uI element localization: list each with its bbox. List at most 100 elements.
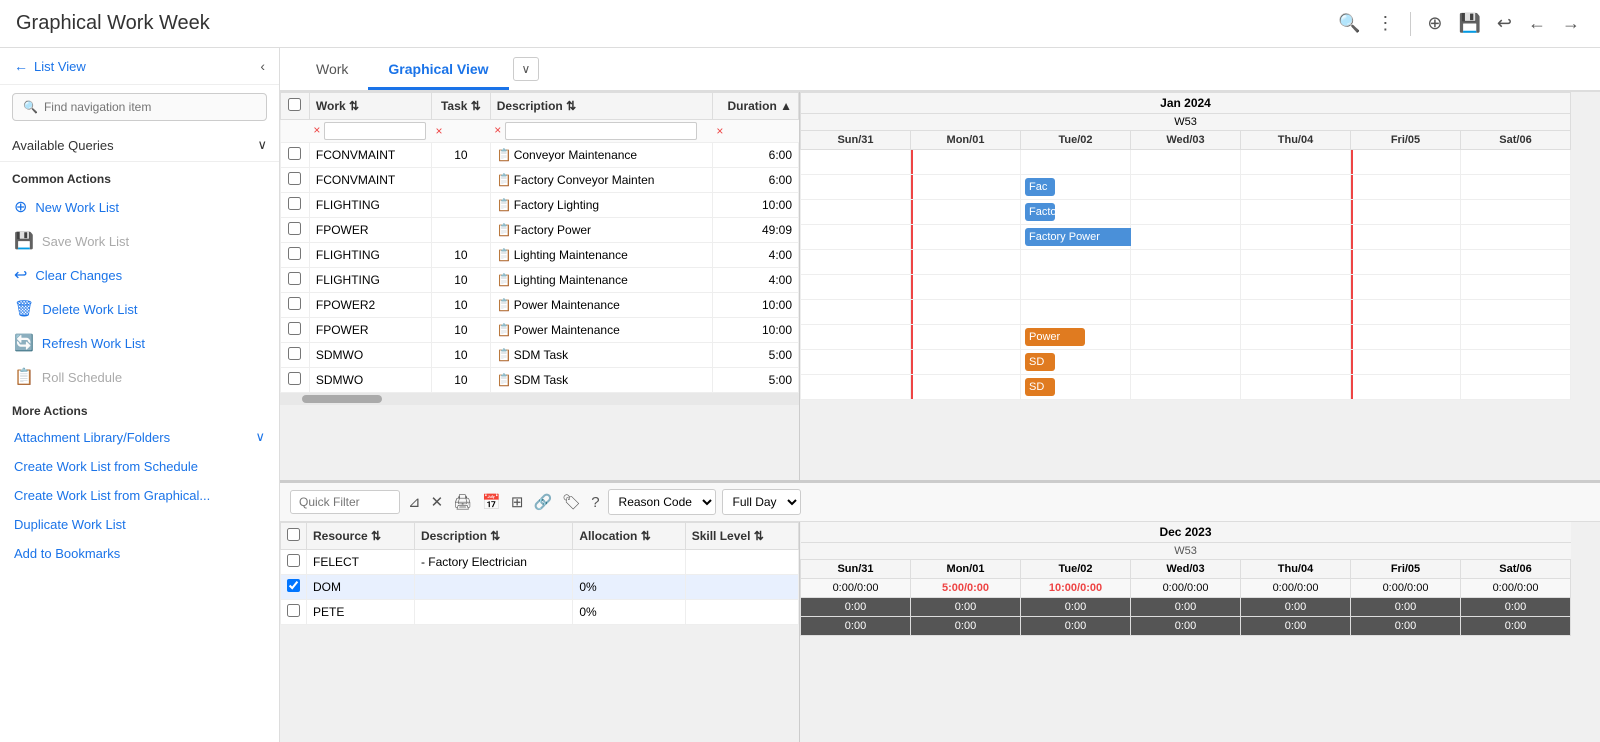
gantt-top-row [801,250,1571,275]
work-table-row[interactable]: FPOWER 10 📋Power Maintenance 10:00 [281,318,799,343]
res-felect-cell: 0:00/0:00 [1461,579,1571,598]
work-table-row[interactable]: FLIGHTING 📋Factory Lighting 10:00 [281,193,799,218]
row-checkbox[interactable] [288,222,301,235]
work-table-hscroll[interactable] [280,393,799,405]
sidebar-action-refresh-work-list[interactable]: 🔄 Refresh Work List [0,326,279,360]
row-check-cell[interactable] [281,143,310,168]
more-options-btn[interactable]: ⋮ [1372,11,1398,36]
sidebar-action-clear-changes[interactable]: ↩ Clear Changes [0,258,279,292]
filter-dur[interactable]: × [712,120,798,143]
row-desc-cell: 📋Factory Conveyor Mainten [490,168,712,193]
tab-graphical-view[interactable]: Graphical View [368,51,508,90]
row-check-cell[interactable] [281,193,310,218]
work-table-row[interactable]: FPOWER2 10 📋Power Maintenance 10:00 [281,293,799,318]
row-checkbox[interactable] [288,197,301,210]
gantt-bar[interactable]: SD [1025,378,1055,396]
gantt-top-cell [1351,350,1461,375]
resource-table-row[interactable]: PETE 0% [281,600,799,625]
sidebar-action-attachment-library[interactable]: Attachment Library/Folders ∨ [0,422,279,452]
row-check-cell[interactable] [281,268,310,293]
res-row-checkbox[interactable] [287,604,300,617]
filter-task[interactable]: × [432,120,491,143]
reason-code-select[interactable]: Reason Code [608,489,716,515]
work-table-row[interactable]: FLIGHTING 10 📋Lighting Maintenance 4:00 [281,243,799,268]
row-check-cell[interactable] [281,168,310,193]
row-check-cell[interactable] [281,243,310,268]
search-icon-btn[interactable]: 🔍 [1334,11,1364,36]
row-check-cell[interactable] [281,218,310,243]
row-check-cell[interactable] [281,343,310,368]
work-table-row[interactable]: FPOWER 📋Factory Power 49:09 [281,218,799,243]
search-input[interactable] [44,100,256,114]
sidebar-action-add-to-bookmarks[interactable]: Add to Bookmarks [0,539,279,568]
row-check-cell[interactable] [281,318,310,343]
select-all-checkbox[interactable] [288,98,301,111]
gantt-bar[interactable]: SD [1025,353,1055,371]
sidebar-action-delete-work-list[interactable]: 🗑 Delete Work List [0,292,279,326]
row-checkbox[interactable] [288,322,301,335]
clear-filter-icon[interactable]: ✕ [429,491,446,513]
sidebar-action-duplicate-work-list[interactable]: Duplicate Work List [0,510,279,539]
tab-work[interactable]: Work [296,51,368,90]
filter-icon[interactable]: ⊿ [406,491,423,513]
row-checkbox[interactable] [288,297,301,310]
row-work-cell: FLIGHTING [309,268,431,293]
res-row-checkbox[interactable] [287,579,300,592]
row-check-cell[interactable] [281,368,310,393]
available-queries-toggle[interactable]: Available Queries ∨ [0,129,279,162]
filter-work[interactable]: × [309,120,431,143]
col-header-work: Work ⇅ [309,93,431,120]
desc-filter-input[interactable] [505,122,698,140]
tag-icon[interactable]: 🏷 [560,491,583,513]
tabs-dropdown-btn[interactable]: ∨ [513,57,540,81]
sidebar-back-link[interactable]: ← List View ‹ [0,48,279,85]
sidebar-collapse-btn[interactable]: ‹ [260,58,265,74]
row-checkbox[interactable] [288,147,301,160]
res-row-check-cell[interactable] [281,575,307,600]
row-checkbox[interactable] [288,247,301,260]
row-desc-cell: 📋Factory Power [490,218,712,243]
res-row-checkbox[interactable] [287,554,300,567]
row-check-cell[interactable] [281,293,310,318]
print-icon[interactable]: 🖨 [451,491,474,513]
col-header-check[interactable] [281,93,310,120]
row-checkbox[interactable] [288,372,301,385]
res-row-check-cell[interactable] [281,550,307,575]
full-day-select[interactable]: Full Day [722,489,801,515]
help-icon[interactable]: ? [589,492,601,513]
gantt-bar[interactable]: Power [1025,328,1085,346]
forward-nav-btn[interactable]: → [1558,11,1584,36]
link-icon[interactable]: 🔗 [531,491,554,513]
resource-table-row[interactable]: FELECT - Factory Electrician [281,550,799,575]
hscroll-thumb[interactable] [302,395,382,403]
resource-table-row[interactable]: DOM 0% [281,575,799,600]
gantt-bar[interactable]: Factor [1025,203,1055,221]
row-checkbox[interactable] [288,172,301,185]
filter-desc[interactable]: × [490,120,712,143]
sidebar-action-new-work-list[interactable]: ⊕ New Work List [0,190,279,224]
res-col-check[interactable] [281,523,307,550]
row-checkbox[interactable] [288,347,301,360]
clear-changes-label: Clear Changes [35,268,122,283]
work-table-row[interactable]: FLIGHTING 10 📋Lighting Maintenance 4:00 [281,268,799,293]
gantt-bar[interactable]: Fac [1025,178,1055,196]
work-filter-input[interactable] [324,122,427,140]
back-nav-btn[interactable]: ← [1524,11,1550,36]
row-checkbox[interactable] [288,272,301,285]
work-table-row[interactable]: SDMWO 10 📋SDM Task 5:00 [281,368,799,393]
res-select-all[interactable] [287,528,300,541]
sidebar-search-box[interactable]: 🔍 [12,93,267,121]
work-table-row[interactable]: SDMWO 10 📋SDM Task 5:00 [281,343,799,368]
sidebar-action-create-from-schedule[interactable]: Create Work List from Schedule [0,452,279,481]
save-btn[interactable]: 💾 [1454,11,1484,36]
quick-filter-input[interactable] [290,490,400,514]
work-table-row[interactable]: FCONVMAINT 10 📋Conveyor Maintenance 6:00 [281,143,799,168]
undo-btn[interactable]: ↩ [1493,11,1516,36]
gantt-top-cell [911,175,1021,200]
grid-icon[interactable]: ⊞ [509,491,526,513]
calendar-icon[interactable]: 📅 [480,491,503,513]
res-row-check-cell[interactable] [281,600,307,625]
add-btn[interactable]: ⊕ [1423,11,1446,36]
sidebar-action-create-from-graphical[interactable]: Create Work List from Graphical... [0,481,279,510]
work-table-row[interactable]: FCONVMAINT 📋Factory Conveyor Mainten 6:0… [281,168,799,193]
